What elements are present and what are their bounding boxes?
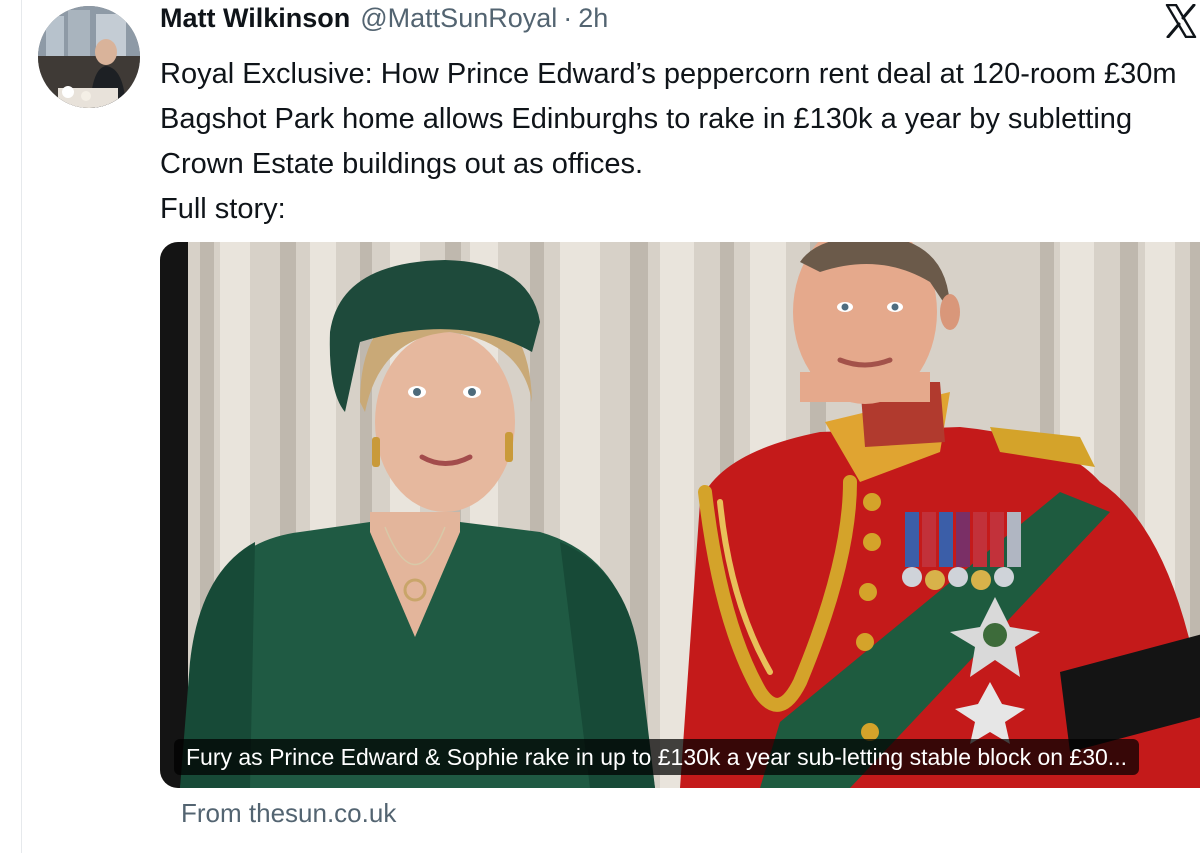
timeline-divider (21, 0, 22, 853)
card-photo (160, 242, 1200, 788)
tweet-timestamp[interactable]: 2h (578, 3, 608, 34)
x-logo-icon[interactable] (1165, 3, 1197, 39)
author-avatar[interactable] (38, 6, 140, 108)
tweet-header: Matt Wilkinson @MattSunRoyal · 2h (160, 3, 608, 39)
tweet-text-full-story: Full story: (160, 193, 286, 225)
card-headline: Fury as Prince Edward & Sophie rake in u… (174, 739, 1139, 775)
card-source-link[interactable]: From thesun.co.uk (181, 798, 396, 829)
tweet-body: Royal Exclusive: How Prince Edward’s pep… (160, 52, 1195, 232)
author-handle[interactable]: @MattSunRoyal (360, 3, 557, 34)
avatar-photo (38, 6, 140, 108)
separator-dot: · (563, 3, 573, 33)
author-name[interactable]: Matt Wilkinson (160, 3, 350, 34)
link-card[interactable]: Fury as Prince Edward & Sophie rake in u… (160, 242, 1200, 788)
tweet-text: Royal Exclusive: How Prince Edward’s pep… (160, 58, 1177, 180)
